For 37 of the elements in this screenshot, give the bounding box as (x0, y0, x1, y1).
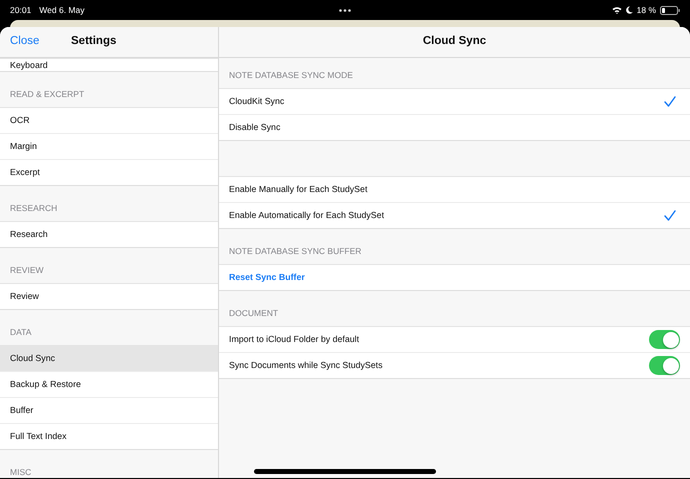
option-label[interactable]: Disable Sync (229, 120, 280, 134)
status-date: Wed 6. May (39, 4, 84, 16)
sidebar-item[interactable]: Backup & Restore (0, 372, 218, 398)
sidebar-title: Settings (70, 34, 118, 50)
close-button[interactable]: Close (10, 33, 40, 51)
detail-title: Cloud Sync (422, 34, 486, 50)
wifi-icon (612, 6, 622, 14)
status-time: 20:01 (10, 4, 32, 16)
battery-icon (660, 6, 680, 14)
toggle-switch[interactable] (649, 356, 680, 375)
option-label[interactable]: Enable Automatically for Each StudySet (229, 208, 384, 222)
section-header: NOTE DATABASE SYNC BUFFER (229, 245, 362, 258)
reset-link[interactable]: Reset Sync Buffer (229, 270, 305, 284)
sidebar-item[interactable]: Review (0, 284, 218, 310)
toggle-label: Sync Documents while Sync StudySets (229, 358, 383, 372)
section-header: RESEARCH (10, 202, 58, 215)
sidebar-item[interactable]: Cloud Sync (0, 346, 218, 372)
option-label[interactable]: CloudKit Sync (229, 94, 284, 108)
moon-icon (626, 6, 633, 14)
sidebar-item[interactable]: OCR (0, 108, 218, 134)
section-header: REVIEW (10, 264, 44, 277)
sidebar-item[interactable]: Keyboard (0, 59, 218, 72)
sidebar-item[interactable]: Full Text Index (0, 424, 218, 450)
sidebar-item[interactable]: Excerpt (0, 160, 218, 186)
toggle-switch[interactable] (649, 330, 680, 349)
section-header: NOTE DATABASE SYNC MODE (229, 69, 353, 82)
section-header: DATA (10, 326, 32, 339)
multitask-dots-icon[interactable] (339, 8, 351, 12)
sidebar-item[interactable]: Margin (0, 134, 218, 160)
sidebar-item[interactable]: Research (0, 222, 218, 248)
section-header: DOCUMENT (229, 307, 278, 320)
section-header: MISC (10, 466, 32, 478)
toggle-label: Import to iCloud Folder by default (229, 332, 360, 346)
battery-percent: 18 % (636, 4, 656, 16)
option-label[interactable]: Enable Manually for Each StudySet (229, 182, 368, 196)
section-header: READ & EXCERPT (10, 88, 84, 101)
sidebar-item[interactable]: Buffer (0, 398, 218, 424)
